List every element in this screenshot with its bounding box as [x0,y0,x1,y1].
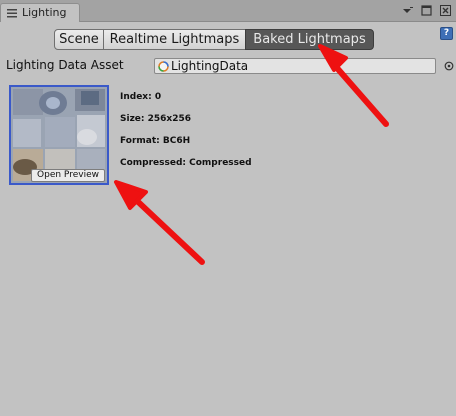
open-preview-button[interactable]: Open Preview [31,169,105,182]
lightmap-info: Index: 0 Size: 256x256 Format: BC6H Comp… [120,92,252,180]
lighting-data-asset-row: Lighting Data Asset LightingData [6,58,456,74]
tab-scene[interactable]: Scene [54,29,104,50]
tab-baked-lightmaps[interactable]: Baked Lightmaps [245,29,374,50]
window-tab-bar: Lighting [0,0,456,22]
close-icon[interactable] [439,4,452,17]
help-icon[interactable]: ? [440,27,453,40]
tab-realtime-lightmaps[interactable]: Realtime Lightmaps [103,29,246,50]
lighting-data-asset-value: LightingData [171,59,249,73]
window-title: Lighting [22,6,67,19]
lighting-window-tab[interactable]: Lighting [0,3,80,22]
annotation-arrow-top [318,44,389,127]
annotation-arrow-bottom [114,180,205,265]
lighting-data-asset-field[interactable]: LightingData [154,58,436,74]
lightmap-size: Size: 256x256 [120,114,192,124]
dropdown-menu-icon[interactable] [401,4,414,17]
lightmap-index: Index: 0 [120,92,162,102]
object-picker-icon[interactable] [444,61,454,71]
lighting-data-asset-label: Lighting Data Asset [6,58,124,72]
lighting-mode-tabs: Scene Realtime Lightmaps Baked Lightmaps [54,29,374,50]
lightmap-compressed: Compressed: Compressed [120,158,252,168]
lightmap-format: Format: BC6H [120,136,191,146]
lighting-tab-icon [7,9,17,18]
maximize-icon[interactable] [420,4,433,17]
lighting-data-asset-icon [158,61,169,72]
